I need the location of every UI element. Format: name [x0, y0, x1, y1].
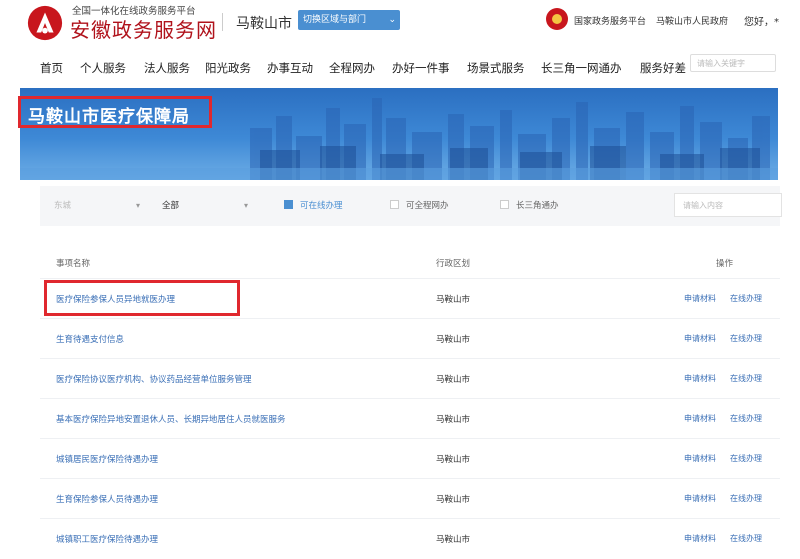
- fullnet-checkbox[interactable]: [390, 200, 399, 209]
- col-region-header: 行政区划: [436, 259, 471, 269]
- site-logo-icon: [27, 5, 63, 41]
- materials-link[interactable]: 申请材料: [684, 453, 716, 464]
- item-region: 马鞍山市: [436, 495, 471, 505]
- nav-item-interaction[interactable]: 办事互动: [267, 60, 313, 76]
- materials-link[interactable]: 申请材料: [684, 293, 716, 304]
- nav-item-evaluation[interactable]: 服务好差: [640, 60, 686, 76]
- nav-item-one-thing[interactable]: 办好一件事: [392, 60, 450, 76]
- online-checkbox[interactable]: [284, 200, 293, 209]
- materials-link[interactable]: 申请材料: [684, 493, 716, 504]
- national-emblem-icon: [546, 8, 568, 30]
- table-row: 医疗保险协议医疗机构、协议药品经营单位服务管理 马鞍山市 申请材料 在线办理: [40, 358, 780, 399]
- online-apply-link[interactable]: 在线办理: [730, 413, 762, 424]
- materials-link[interactable]: 申请材料: [684, 333, 716, 344]
- table-row: 城镇职工医疗保险待遇办理 马鞍山市 申请材料 在线办理: [40, 518, 780, 559]
- switch-region-label: 切换区域与部门: [303, 15, 367, 25]
- nav-item-yrd[interactable]: 长三角一网通办: [541, 60, 622, 76]
- site-name[interactable]: 安徽政务服务网: [70, 14, 217, 43]
- table-header: 事项名称 行政区划 操作: [40, 250, 780, 274]
- region-select[interactable]: 东城 ▾: [48, 197, 146, 215]
- online-apply-link[interactable]: 在线办理: [730, 373, 762, 384]
- switch-region-button[interactable]: 切换区域与部门 ⌄: [298, 10, 400, 30]
- yrd-checkbox-label[interactable]: 长三角通办: [516, 199, 559, 211]
- chevron-down-icon: ⌄: [388, 15, 396, 25]
- online-apply-link[interactable]: 在线办理: [730, 333, 762, 344]
- col-name-header: 事项名称: [56, 259, 91, 269]
- online-apply-link[interactable]: 在线办理: [730, 293, 762, 304]
- city-gov-link[interactable]: 马鞍山市人民政府: [656, 14, 728, 27]
- nav-item-sunshine[interactable]: 阳光政务: [205, 60, 251, 76]
- yrd-checkbox[interactable]: [500, 200, 509, 209]
- item-name-link[interactable]: 医疗保险协议医疗机构、协议药品经营单位服务管理: [56, 373, 252, 385]
- search-input[interactable]: 请输入内容: [674, 193, 782, 217]
- table-row: 生育待遇支付信息 马鞍山市 申请材料 在线办理: [40, 318, 780, 359]
- col-action-header: 操作: [716, 259, 734, 269]
- top-header: 全国一体化在线政务服务平台 安徽政务服务网 马鞍山市 切换区域与部门 ⌄ 国家政…: [0, 0, 800, 48]
- online-apply-link[interactable]: 在线办理: [730, 493, 762, 504]
- row-highlight-box: [44, 280, 240, 316]
- current-city: 马鞍山市: [236, 16, 292, 32]
- dept-select[interactable]: 全部 ▾: [156, 197, 254, 215]
- item-name-link[interactable]: 基本医疗保险异地安置退休人员、长期异地居住人员就医服务: [56, 413, 286, 425]
- filter-bar: 东城 ▾ 全部 ▾ 可在线办理 可全程网办 长三角通办 请输入内容: [40, 186, 782, 226]
- dept-select-value: 全部: [162, 201, 180, 211]
- table-row: 基本医疗保险异地安置退休人员、长期异地居住人员就医服务 马鞍山市 申请材料 在线…: [40, 398, 780, 439]
- table-row: 城镇居民医疗保险待遇办理 马鞍山市 申请材料 在线办理: [40, 438, 780, 479]
- materials-link[interactable]: 申请材料: [684, 533, 716, 544]
- item-name-link[interactable]: 城镇居民医疗保险待遇办理: [56, 453, 158, 465]
- item-region: 马鞍山市: [436, 455, 471, 465]
- chevron-down-icon: ▾: [243, 201, 248, 210]
- table-row: 生育保险参保人员待遇办理 马鞍山市 申请材料 在线办理: [40, 478, 780, 519]
- item-name-link[interactable]: 生育待遇支付信息: [56, 333, 124, 345]
- item-region: 马鞍山市: [436, 415, 471, 425]
- nav-item-online[interactable]: 全程网办: [329, 60, 375, 76]
- divider: [222, 13, 223, 31]
- nav-item-personal[interactable]: 个人服务: [80, 60, 126, 76]
- fullnet-checkbox-label[interactable]: 可全程网办: [406, 199, 449, 211]
- online-apply-link[interactable]: 在线办理: [730, 533, 762, 544]
- nav-item-home[interactable]: 首页: [40, 60, 63, 76]
- item-name-link[interactable]: 生育保险参保人员待遇办理: [56, 493, 158, 505]
- title-highlight-box: [18, 96, 212, 128]
- online-apply-link[interactable]: 在线办理: [730, 453, 762, 464]
- item-name-link[interactable]: 城镇职工医疗保险待遇办理: [56, 533, 158, 545]
- materials-link[interactable]: 申请材料: [684, 413, 716, 424]
- item-region: 马鞍山市: [436, 295, 471, 305]
- national-platform-link[interactable]: 国家政务服务平台: [574, 14, 646, 27]
- item-region: 马鞍山市: [436, 335, 471, 345]
- item-region: 马鞍山市: [436, 535, 471, 545]
- online-checkbox-label[interactable]: 可在线办理: [300, 199, 343, 211]
- nav-item-corporate[interactable]: 法人服务: [144, 60, 190, 76]
- chevron-down-icon: ▾: [135, 201, 140, 210]
- main-nav: 首页 个人服务 法人服务 阳光政务 办事互动 全程网办 办好一件事 场景式服务 …: [0, 52, 800, 86]
- region-select-value: 东城: [54, 201, 72, 211]
- user-greeting[interactable]: 您好，*: [744, 13, 779, 28]
- nav-item-scenario[interactable]: 场景式服务: [467, 60, 525, 76]
- nav-search-input[interactable]: 请输入关键字: [690, 54, 776, 72]
- item-region: 马鞍山市: [436, 375, 471, 385]
- materials-link[interactable]: 申请材料: [684, 373, 716, 384]
